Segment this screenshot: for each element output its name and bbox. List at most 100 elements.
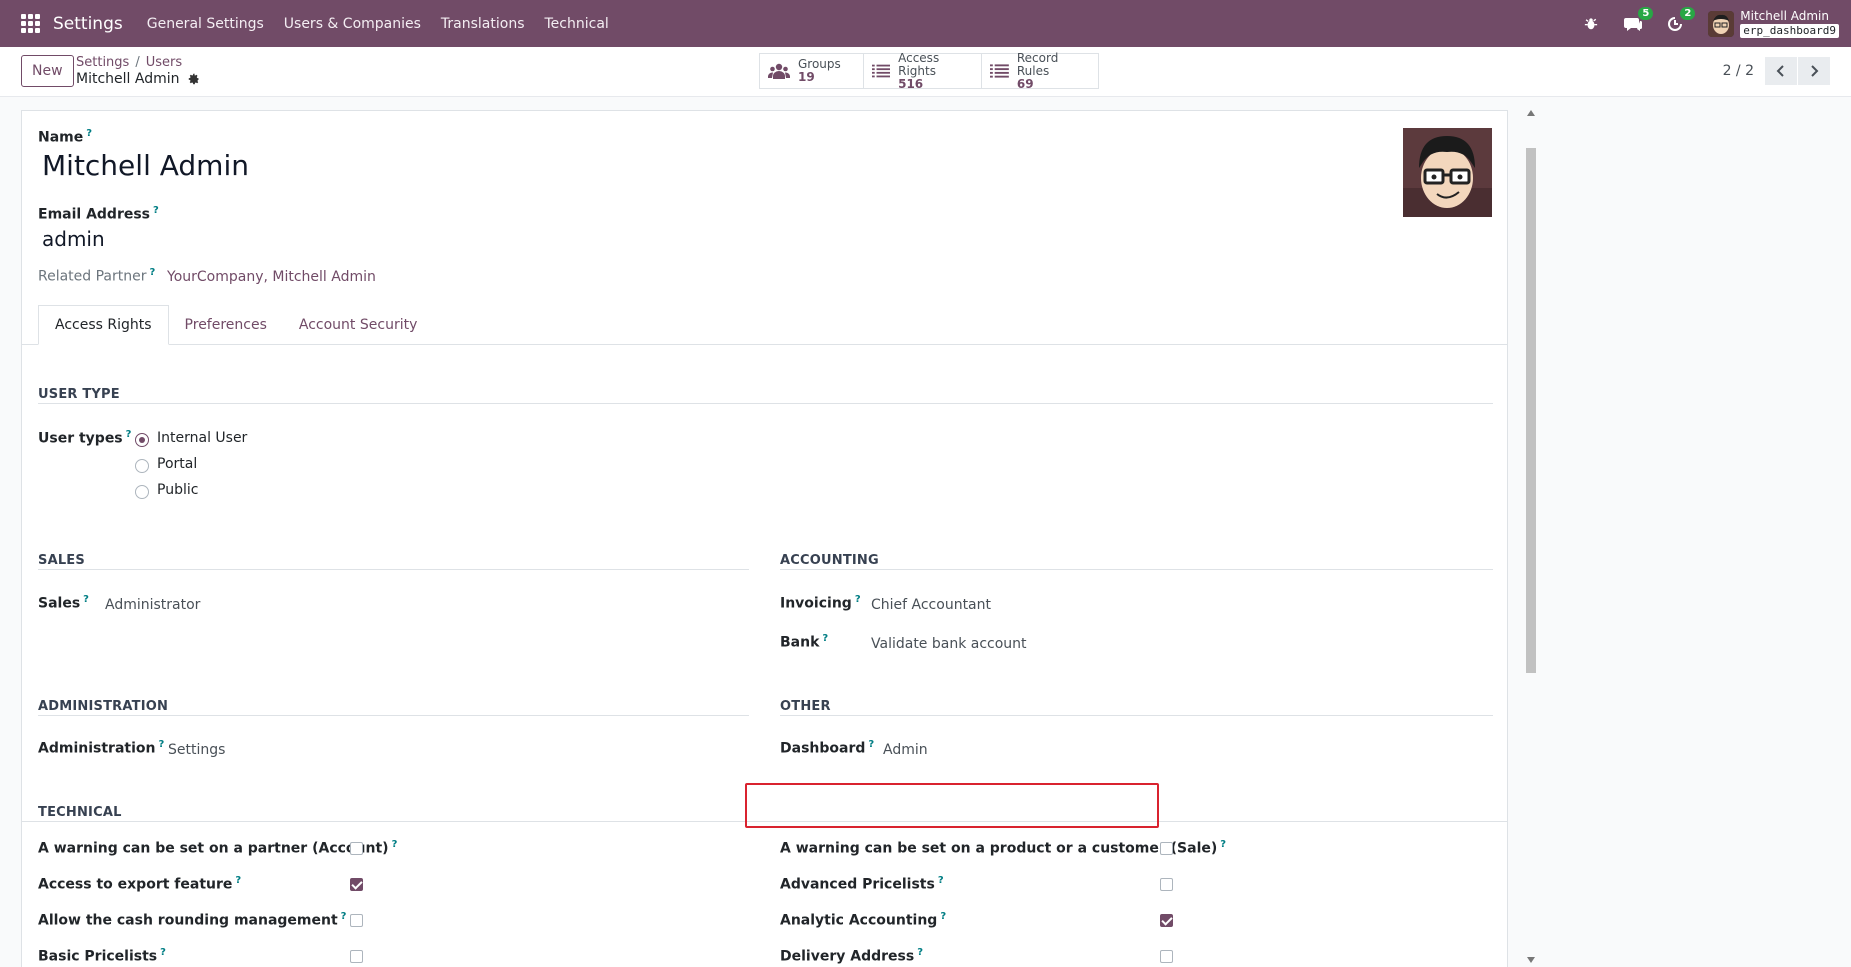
chevron-left-icon (1776, 65, 1784, 77)
scroll-thumb[interactable] (1526, 148, 1536, 673)
invoicing-select[interactable]: Chief Accountant (871, 597, 991, 613)
scroll-up-arrow-icon[interactable] (1527, 110, 1535, 116)
accounting-divider (780, 569, 1493, 570)
navbar-systray: 5 2 Mitchell Admin erp_dashboard9 (1570, 0, 1839, 47)
checkbox-partner-warning[interactable] (350, 842, 363, 855)
main-menu: General Settings Users & Companies Trans… (137, 16, 619, 32)
menu-technical[interactable]: Technical (535, 16, 619, 32)
checkbox-advanced-pricelists[interactable] (1160, 878, 1173, 891)
tech-right-help-2[interactable]: ? (940, 911, 946, 922)
list-icon (872, 64, 891, 78)
sales-select[interactable]: Administrator (105, 597, 200, 613)
partner-help-icon[interactable]: ? (150, 267, 156, 278)
radio-public-label[interactable]: Public (157, 482, 198, 498)
access-rights-smart-button[interactable]: Access Rights 516 (864, 50, 982, 91)
other-section-title: OTHER (780, 699, 831, 714)
name-help-icon[interactable]: ? (86, 128, 92, 139)
checkbox-export-feature[interactable] (350, 878, 363, 891)
related-partner-label: Related Partner? (38, 267, 156, 285)
bug-icon[interactable] (1580, 13, 1602, 35)
breadcrumb-users[interactable]: Users (146, 55, 182, 70)
access-rights-label: Access Rights (898, 50, 940, 78)
tech-left-help-3[interactable]: ? (160, 947, 166, 958)
notebook-tabs: Access Rights Preferences Account Securi… (38, 305, 433, 345)
checkbox-product-warning[interactable] (1160, 842, 1173, 855)
record-title-text: Mitchell Admin (76, 71, 180, 87)
form-sheet: Name? Mitchell Admin Email Address? admi… (21, 110, 1508, 967)
email-field[interactable]: admin (42, 227, 105, 251)
pager-previous-button[interactable] (1765, 57, 1797, 85)
accounting-section-title: ACCOUNTING (780, 553, 879, 568)
record-rules-smart-button[interactable]: Record Rules 69 (982, 50, 1098, 90)
chat-badge: 5 (1638, 6, 1654, 20)
invoicing-help-icon[interactable]: ? (855, 594, 861, 605)
bank-label: Bank? (780, 633, 829, 651)
pager-value[interactable]: 2 / 2 (1723, 63, 1754, 79)
administration-help-icon[interactable]: ? (158, 739, 164, 750)
related-partner-link[interactable]: YourCompany, Mitchell Admin (167, 269, 376, 285)
users-icon (768, 63, 790, 79)
tech-left-help-2[interactable]: ? (341, 911, 347, 922)
breadcrumb-settings[interactable]: Settings (76, 55, 129, 70)
sales-divider (38, 569, 749, 570)
user-types-help-icon[interactable]: ? (126, 429, 132, 440)
app-brand[interactable]: Settings (53, 14, 123, 34)
dashboard-label: Dashboard? (780, 739, 875, 757)
user-menu[interactable]: Mitchell Admin erp_dashboard9 (1740, 9, 1839, 38)
dashboard-help-icon[interactable]: ? (868, 739, 874, 750)
form-scrollbar[interactable] (1524, 110, 1538, 967)
name-field[interactable]: Mitchell Admin (42, 149, 249, 182)
sales-help-icon[interactable]: ? (83, 594, 89, 605)
menu-general-settings[interactable]: General Settings (137, 16, 274, 32)
radio-portal[interactable] (135, 459, 149, 473)
tab-access-rights[interactable]: Access Rights (38, 305, 169, 345)
checkbox-delivery-address[interactable] (1160, 950, 1173, 963)
radio-public[interactable] (135, 485, 149, 499)
scroll-down-arrow-icon[interactable] (1527, 957, 1535, 963)
checkbox-cash-rounding[interactable] (350, 914, 363, 927)
radio-internal-user-label[interactable]: Internal User (157, 430, 247, 446)
tab-account-security[interactable]: Account Security (283, 305, 433, 345)
menu-users-companies[interactable]: Users & Companies (274, 16, 431, 32)
menu-translations[interactable]: Translations (431, 16, 535, 32)
control-panel: New Settings / Users Mitchell Admin Groups… (0, 47, 1851, 97)
tech-left-label-0: A warning can be set on a partner (Accou… (38, 839, 398, 857)
tech-right-help-1[interactable]: ? (938, 875, 944, 886)
top-navbar: Settings General Settings Users & Compan… (0, 0, 1851, 47)
email-help-icon[interactable]: ? (153, 205, 159, 216)
gear-icon[interactable] (188, 73, 200, 85)
administration-label: Administration? (38, 739, 165, 757)
tech-right-help-0[interactable]: ? (1220, 839, 1226, 850)
database-name: erp_dashboard9 (1740, 24, 1839, 38)
checkbox-analytic-accounting[interactable] (1160, 914, 1173, 927)
pager: 2 / 2 (1723, 57, 1830, 85)
activity-badge: 2 (1680, 6, 1696, 20)
tech-left-label-2: Allow the cash rounding management? (38, 911, 347, 929)
groups-smart-button[interactable]: Groups 19 (760, 54, 864, 88)
bank-help-icon[interactable]: ? (822, 633, 828, 644)
user-avatar[interactable] (1708, 10, 1735, 37)
access-rights-count: 516 (898, 76, 924, 91)
breadcrumb-separator: / (135, 55, 140, 70)
tech-right-help-3[interactable]: ? (917, 947, 923, 958)
chat-icon[interactable]: 5 (1622, 6, 1654, 35)
tech-left-help-1[interactable]: ? (235, 875, 241, 886)
activity-clock-icon[interactable]: 2 (1664, 6, 1696, 35)
pager-next-button[interactable] (1798, 57, 1830, 85)
chevron-right-icon (1811, 65, 1819, 77)
tech-right-label-3: Delivery Address? (780, 947, 923, 965)
checkbox-basic-pricelists[interactable] (350, 950, 363, 963)
apps-grid-icon[interactable] (21, 13, 41, 34)
dashboard-select[interactable]: Admin (883, 742, 928, 758)
radio-internal-user[interactable] (135, 433, 149, 447)
administration-select[interactable]: Settings (168, 742, 225, 758)
record-rules-label: Record Rules (1016, 50, 1059, 78)
invoicing-label: Invoicing? (780, 594, 861, 612)
user-types-label: User types? (38, 429, 132, 447)
user-avatar-image[interactable] (1403, 128, 1492, 217)
tab-preferences[interactable]: Preferences (169, 305, 283, 345)
bank-select[interactable]: Validate bank account (871, 636, 1027, 652)
radio-portal-label[interactable]: Portal (157, 456, 197, 472)
new-button[interactable]: New (21, 55, 74, 87)
tech-left-help-0[interactable]: ? (392, 839, 398, 850)
